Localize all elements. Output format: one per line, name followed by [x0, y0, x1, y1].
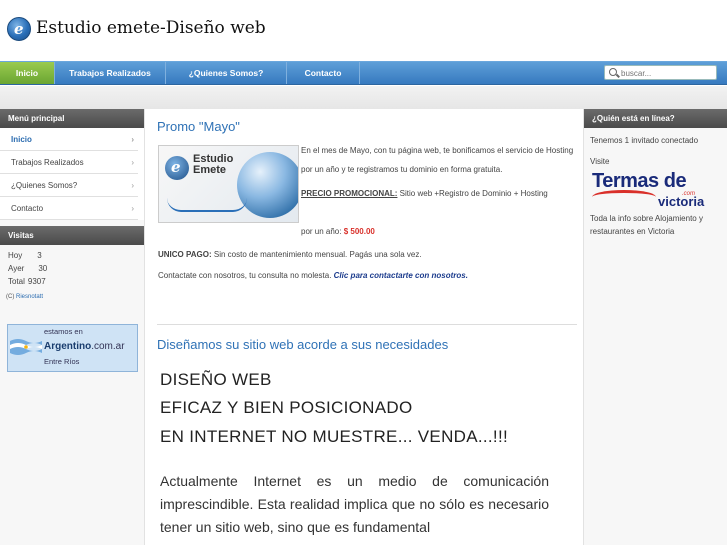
menu-principal-heading: Menú principal [0, 109, 144, 128]
contact-line: Contactate con nosotros, tu consulta no … [158, 271, 468, 280]
headline-line3: EN INTERNET NO MUESTRE... VENDA...!!! [160, 427, 508, 446]
search-icon[interactable] [609, 68, 617, 76]
sidebar-item-label: Inicio [11, 135, 32, 144]
argentina-flag-icon [10, 339, 42, 355]
site-header: e Estudio emete-Diseño web [0, 0, 727, 60]
design-title: Diseñamos su sitio web acorde a sus nece… [157, 337, 449, 352]
visit-row-total: Total 9307 [8, 277, 46, 286]
chevron-right-icon: › [131, 204, 134, 213]
chevron-right-icon: › [131, 158, 134, 167]
main-navigation: Inicio Trabajos Realizados ¿Quienes Somo… [0, 61, 727, 85]
banner-line3: Entre Ríos [44, 357, 80, 366]
credit-text: (C) Riesnotatt [6, 294, 44, 300]
visit-counter: Hoy 3 Ayer 30 Total 9307 [0, 249, 144, 288]
left-sidebar: Menú principal Inicio › Trabajos Realiza… [0, 109, 145, 545]
banner-brand: Argentino.com.ar [44, 341, 125, 352]
visit-row-hoy: Hoy 3 [8, 251, 42, 260]
argentino-banner[interactable]: estamos en Argentino.com.ar Entre Ríos [7, 324, 138, 372]
promo-text: En el mes de Mayo, con tu página web, te… [301, 146, 574, 174]
promo-title: Promo "Mayo" [157, 119, 240, 134]
section-divider [157, 324, 577, 325]
search-box[interactable] [604, 65, 717, 80]
nav-item-quienes-somos[interactable]: ¿Quienes Somos? [166, 62, 287, 84]
contact-link[interactable]: Clic para contactarte con nosotros. [334, 271, 468, 280]
visite-label: Visite [590, 157, 610, 166]
swoosh-icon [592, 190, 656, 204]
header-band [0, 86, 727, 109]
visit-row-ayer: Ayer 30 [8, 264, 48, 273]
logo-icon: e [165, 156, 189, 180]
banner-line1: estamos en [44, 327, 83, 336]
main-content: Promo "Mayo" e Estudio Emete En el mes de… [146, 109, 582, 545]
menu-list: Inicio › Trabajos Realizados › ¿Quienes … [0, 128, 144, 220]
nav-item-contacto[interactable]: Contacto [287, 62, 360, 84]
sidebar-item-trabajos-realizados[interactable]: Trabajos Realizados › [0, 151, 138, 174]
info-text: Toda la info sobre Alojamiento y restaur… [590, 214, 703, 236]
unico-pago-line: UNICO PAGO: Sin costo de mantenimiento m… [158, 250, 422, 259]
cable-icon [167, 198, 247, 212]
sidebar-item-contacto[interactable]: Contacto › [0, 197, 138, 220]
nav-item-trabajos-realizados[interactable]: Trabajos Realizados [55, 62, 166, 84]
search-input[interactable] [621, 67, 713, 79]
promo-logo-text: Estudio Emete [193, 153, 234, 176]
chevron-right-icon: › [131, 135, 134, 144]
sidebar-item-label: Trabajos Realizados [11, 158, 84, 167]
logo-icon[interactable]: e [7, 17, 31, 41]
visitas-heading: Visitas [0, 226, 144, 245]
promo-image: e Estudio Emete [158, 145, 299, 223]
right-sidebar: ¿Quién está en línea? Tenemos 1 invitado… [583, 109, 727, 545]
chevron-right-icon: › [131, 181, 134, 190]
sidebar-item-quienes-somos[interactable]: ¿Quienes Somos? › [0, 174, 138, 197]
sidebar-item-label: ¿Quienes Somos? [11, 181, 78, 190]
headline-line2: EFICAZ Y BIEN POSICIONADO [160, 398, 413, 417]
site-title[interactable]: Estudio emete-Diseño web [36, 18, 266, 38]
promo-precio: PRECIO PROMOCIONAL: Sitio web +Registro … [301, 189, 548, 198]
termas-de-victoria-logo[interactable]: Termas de victoria .com [592, 170, 722, 210]
promo-price: $ 500.00 [343, 227, 375, 236]
body-paragraph: Actualmente Internet es un medio de comu… [160, 473, 549, 535]
quien-en-linea-heading: ¿Quién está en línea? [584, 109, 727, 128]
credit-link[interactable]: Riesnotatt [16, 294, 43, 300]
sidebar-item-label: Contacto [11, 204, 44, 213]
sidebar-item-inicio[interactable]: Inicio › [0, 128, 138, 151]
online-text: Tenemos 1 invitado conectado [590, 136, 699, 145]
nav-item-inicio[interactable]: Inicio [0, 62, 55, 84]
globe-icon [237, 152, 298, 218]
headline-line1: DISEÑO WEB [160, 370, 272, 389]
promo-price-line: por un año: $ 500.00 [301, 227, 375, 236]
